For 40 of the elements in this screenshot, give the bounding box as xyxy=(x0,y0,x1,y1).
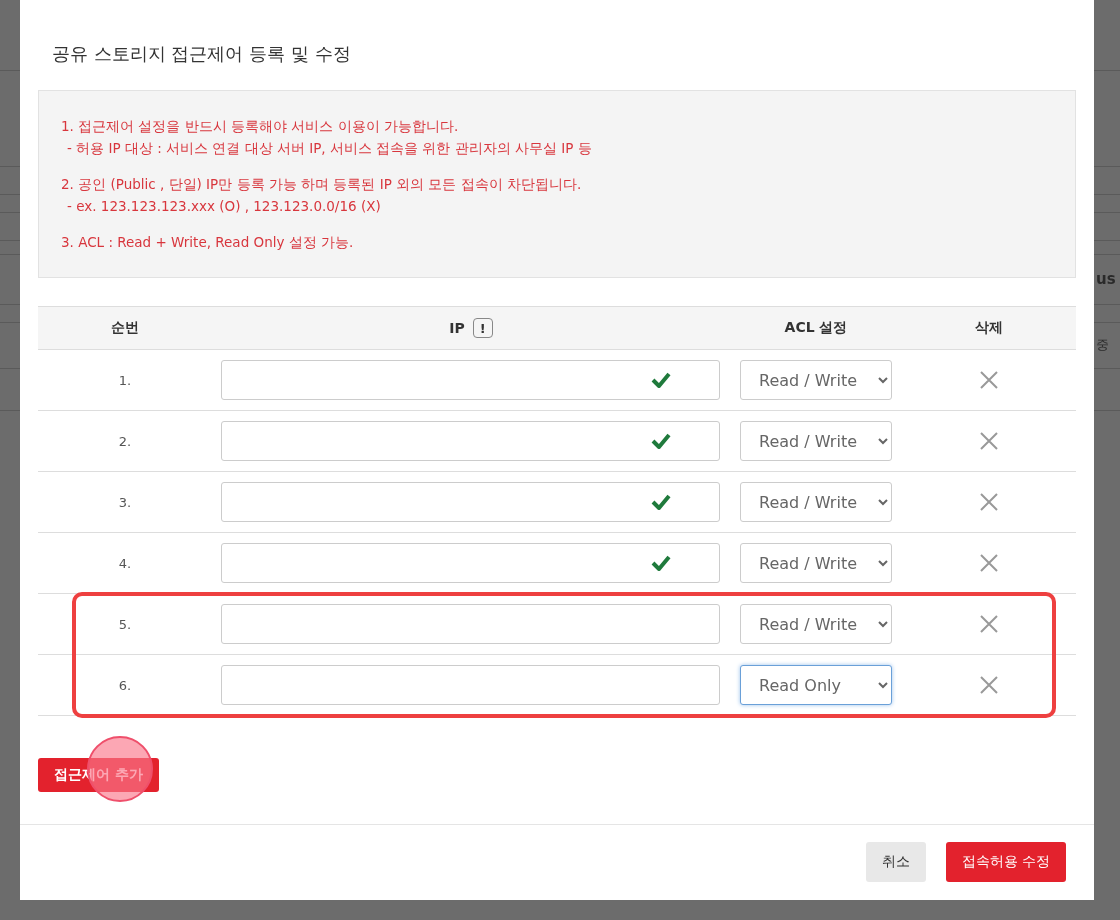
ip-input-field[interactable] xyxy=(221,482,720,522)
column-header: IP xyxy=(449,320,465,336)
acl-select[interactable]: Read / Write xyxy=(740,360,892,400)
ip-input-field[interactable] xyxy=(221,665,720,705)
acl-select[interactable]: Read / Write xyxy=(740,604,892,644)
notice-text: 2. 공인 (Public , 단일) IP만 등록 가능 하며 등록된 IP 외의 모든 접속이 차단됩니다. xyxy=(61,175,582,194)
background-text: us xyxy=(1096,270,1116,288)
acl-select[interactable]: Read / Write xyxy=(740,543,892,583)
row-number: 6. xyxy=(118,677,132,693)
dialog-title: 공유 스토리지 접근제어 등록 및 수정 xyxy=(52,42,352,66)
row-number: 3. xyxy=(118,494,132,510)
ip-input-field[interactable] xyxy=(221,604,720,644)
column-header: 삭제 xyxy=(975,319,1003,337)
column-header: ACL 설정 xyxy=(784,319,848,337)
notice-text: - 허용 IP 대상 : 서비스 연결 대상 서버 IP, 서비스 접속을 위한 관리자의 사무실 IP 등 xyxy=(66,139,592,158)
notice-text: 1. 접근제어 설정을 반드시 등록해야 서비스 이용이 가능합니다. xyxy=(61,117,459,136)
delete-icon[interactable] xyxy=(979,675,999,695)
acl-select[interactable]: Read Only xyxy=(740,665,892,705)
delete-icon[interactable] xyxy=(979,553,999,573)
column-header: 순번 xyxy=(111,319,139,337)
submit-button[interactable]: 접속허용 수정 xyxy=(945,842,1066,882)
delete-icon[interactable] xyxy=(979,492,999,512)
delete-icon[interactable] xyxy=(979,431,999,451)
notice-text: - ex. 123.123.123.xxx (O) , 123.123.0.0/16 (X) xyxy=(66,197,381,216)
row-number: 4. xyxy=(118,555,132,571)
ip-input-field[interactable] xyxy=(221,421,720,461)
row-number: 2. xyxy=(118,433,132,449)
notice-text: 3. ACL : Read + Write, Read Only 설정 가능. xyxy=(61,233,354,252)
acl-select[interactable]: Read / Write xyxy=(740,482,892,522)
background-text: 중 xyxy=(1096,336,1109,354)
info-icon[interactable]: ! xyxy=(472,318,493,338)
acl-select[interactable]: Read / Write xyxy=(740,421,892,461)
ip-input-field[interactable] xyxy=(221,543,720,583)
add-access-button[interactable]: 접근제어 추가 xyxy=(38,758,159,792)
cancel-button[interactable]: 취소 xyxy=(865,842,926,882)
row-number: 1. xyxy=(118,372,132,388)
delete-icon[interactable] xyxy=(979,614,999,634)
ip-input-field[interactable] xyxy=(221,360,720,400)
delete-icon[interactable] xyxy=(979,370,999,390)
row-number: 5. xyxy=(118,616,132,632)
